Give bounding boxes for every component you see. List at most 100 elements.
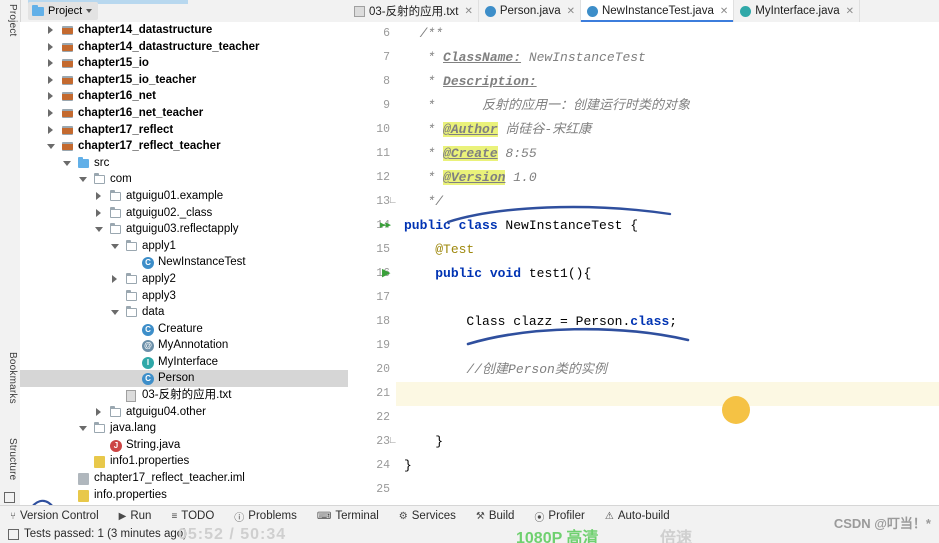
project-view-selector[interactable]: Project xyxy=(28,2,99,20)
bottom-bar-item[interactable]: ⦿ Profiler xyxy=(524,506,594,526)
tree-row[interactable]: C Creature xyxy=(20,321,348,338)
editor-tab[interactable]: NewInstanceTest.java ✕ xyxy=(580,0,735,22)
tree-row[interactable]: com xyxy=(20,171,348,188)
tree-row[interactable]: java.lang xyxy=(20,420,348,437)
expand-arrow-icon[interactable] xyxy=(112,274,117,283)
expand-arrow-icon[interactable] xyxy=(48,108,53,117)
expand-arrow-icon[interactable] xyxy=(96,191,101,200)
expand-arrow-icon[interactable] xyxy=(48,75,53,84)
tree-row[interactable]: atguigu04.other xyxy=(20,404,348,421)
code-line[interactable]: * Description: xyxy=(396,70,939,94)
bottom-tool-bar[interactable]: ⑂ Version Control ▶ Run ≡ TODO ⓘ Problems ⌨ Termi… xyxy=(0,505,939,526)
tree-row[interactable]: @ MyAnnotation xyxy=(20,337,348,354)
tree-row[interactable]: atguigu03.reflectapply xyxy=(20,221,348,238)
tree-row-label: info.properties xyxy=(94,488,167,501)
tree-row[interactable]: apply1 xyxy=(20,238,348,255)
project-tree[interactable]: chapter14_datastructure chapter14_datastr… xyxy=(20,22,348,505)
collapse-arrow-icon[interactable] xyxy=(79,426,87,435)
collapse-arrow-icon[interactable] xyxy=(95,227,103,236)
collapse-arrow-icon[interactable] xyxy=(63,160,71,170)
code-line[interactable]: /** xyxy=(396,22,939,46)
code-area[interactable]: /** * ClassName: NewInstanceTest * Descr… xyxy=(396,22,939,505)
tree-row[interactable]: atguigu01.example xyxy=(20,188,348,205)
tree-row[interactable]: apply3 xyxy=(20,288,348,305)
code-line[interactable]: * 反射的应用一：创建运行时类的对象 xyxy=(396,94,939,118)
code-line[interactable]: */ xyxy=(396,190,939,214)
tree-row[interactable]: chapter15_io xyxy=(20,55,348,72)
tool-tab-project[interactable]: Project xyxy=(2,4,18,37)
tree-row[interactable]: chapter15_io_teacher xyxy=(20,72,348,89)
tree-row[interactable]: chapter17_reflect xyxy=(20,122,348,139)
bottom-bar-item[interactable]: ⌨ Terminal xyxy=(307,506,389,526)
tree-row[interactable]: atguigu02._class xyxy=(20,205,348,222)
tree-row[interactable]: src xyxy=(20,155,348,172)
code-line[interactable] xyxy=(396,286,939,310)
editor-tab[interactable]: MyInterface.java ✕ xyxy=(734,0,861,22)
code-line[interactable] xyxy=(396,334,939,358)
expand-arrow-icon[interactable] xyxy=(48,26,53,34)
tree-row[interactable]: chapter16_net xyxy=(20,88,348,105)
expand-arrow-icon[interactable] xyxy=(48,42,53,51)
chevron-down-icon[interactable] xyxy=(86,9,93,13)
tree-row[interactable]: chapter14_datastructure_teacher xyxy=(20,39,348,56)
tree-row[interactable]: 03-反射的应用.txt xyxy=(20,387,348,404)
tool-tab-bookmarks[interactable]: Bookmarks xyxy=(2,352,18,404)
collapse-arrow-icon[interactable] xyxy=(111,310,119,319)
tree-row[interactable]: info1.properties xyxy=(20,453,348,470)
tree-row[interactable]: apply2 xyxy=(20,271,348,288)
tree-row[interactable]: chapter17_reflect_teacher xyxy=(20,138,348,155)
editor-tab[interactable]: Person.java ✕ xyxy=(479,0,581,22)
tree-row[interactable]: chapter16_net_teacher xyxy=(20,105,348,122)
tree-row[interactable]: C NewInstanceTest xyxy=(20,254,348,271)
code-line[interactable]: } xyxy=(396,454,939,478)
close-icon[interactable]: ✕ xyxy=(720,6,728,17)
code-line[interactable] xyxy=(396,406,939,430)
tree-row[interactable]: I MyInterface xyxy=(20,354,348,371)
tree-row[interactable]: data xyxy=(20,304,348,321)
bottom-bar-item[interactable]: ▶ Run xyxy=(109,506,162,526)
bottom-bar-item[interactable]: ⚠ Auto-build xyxy=(595,506,680,526)
expand-arrow-icon[interactable] xyxy=(96,208,101,217)
tree-row[interactable]: chapter17_reflect_teacher.iml xyxy=(20,470,348,487)
bottom-bar-item[interactable]: ⚒ Build xyxy=(466,506,525,526)
collapse-arrow-icon[interactable] xyxy=(47,144,55,153)
collapse-arrow-icon[interactable] xyxy=(79,177,87,186)
expand-arrow-icon[interactable] xyxy=(96,407,101,416)
code-line[interactable]: public class NewInstanceTest { xyxy=(396,214,939,238)
code-line[interactable] xyxy=(396,382,939,406)
line-number-gutter: 6 7 8 9 10 11 12 ∟ 13 ▸▸ 14 15 ▶ 16 17 18 19 20 21 22 ∟ 23 24 2… xyxy=(348,22,396,505)
bottom-bar-item[interactable]: ⓘ Problems xyxy=(224,506,307,526)
tool-window-toggle-icon[interactable] xyxy=(2,492,18,506)
interface-icon: I xyxy=(142,356,154,369)
code-line[interactable]: * @Version 1.0 xyxy=(396,166,939,190)
code-line[interactable]: //创建Person类的实例 xyxy=(396,358,939,382)
tree-row[interactable]: J String.java xyxy=(20,437,348,454)
code-line[interactable]: } xyxy=(396,430,939,454)
expand-arrow-icon[interactable] xyxy=(48,59,53,68)
bottom-bar-item[interactable]: ≡ TODO xyxy=(161,506,224,526)
tree-row[interactable]: C Person xyxy=(20,370,348,388)
bottom-bar-item[interactable]: ⚙ Services xyxy=(389,506,466,526)
tree-row[interactable]: info.properties xyxy=(20,487,348,504)
code-line[interactable]: * ClassName: NewInstanceTest xyxy=(396,46,939,70)
code-line[interactable]: public void test1(){ xyxy=(396,262,939,286)
tool-tab-structure[interactable]: Structure xyxy=(2,438,18,480)
code-line[interactable]: * @Author 尚硅谷-宋红康 xyxy=(396,118,939,142)
tree-row[interactable]: chapter14_datastructure xyxy=(20,22,348,39)
run-test-gutter-icon[interactable]: ▶ xyxy=(382,262,390,286)
code-line[interactable]: * @Create 8:55 xyxy=(396,142,939,166)
close-icon[interactable]: ✕ xyxy=(567,6,575,17)
editor-tab-bar[interactable]: 03-反射的应用.txt ✕ Person.java ✕ NewInstanceTest… xyxy=(348,0,939,23)
bottom-bar-item[interactable]: ⑂ Version Control xyxy=(0,506,109,526)
editor-tab[interactable]: 03-反射的应用.txt ✕ xyxy=(348,0,479,22)
expand-arrow-icon[interactable] xyxy=(48,125,53,134)
expand-arrow-icon[interactable] xyxy=(48,92,53,101)
close-icon[interactable]: ✕ xyxy=(464,6,472,17)
code-editor[interactable]: 6 7 8 9 10 11 12 ∟ 13 ▸▸ 14 15 ▶ 16 17 18 19 20 21 22 ∟ 23 24 2… xyxy=(348,22,939,505)
close-icon[interactable]: ✕ xyxy=(846,6,854,17)
run-all-gutter-icon[interactable]: ▸▸ xyxy=(380,214,391,238)
code-line[interactable]: Class clazz = Person.class; xyxy=(396,310,939,334)
code-line[interactable] xyxy=(396,478,939,502)
code-line[interactable]: @Test xyxy=(396,238,939,262)
collapse-arrow-icon[interactable] xyxy=(111,243,119,253)
